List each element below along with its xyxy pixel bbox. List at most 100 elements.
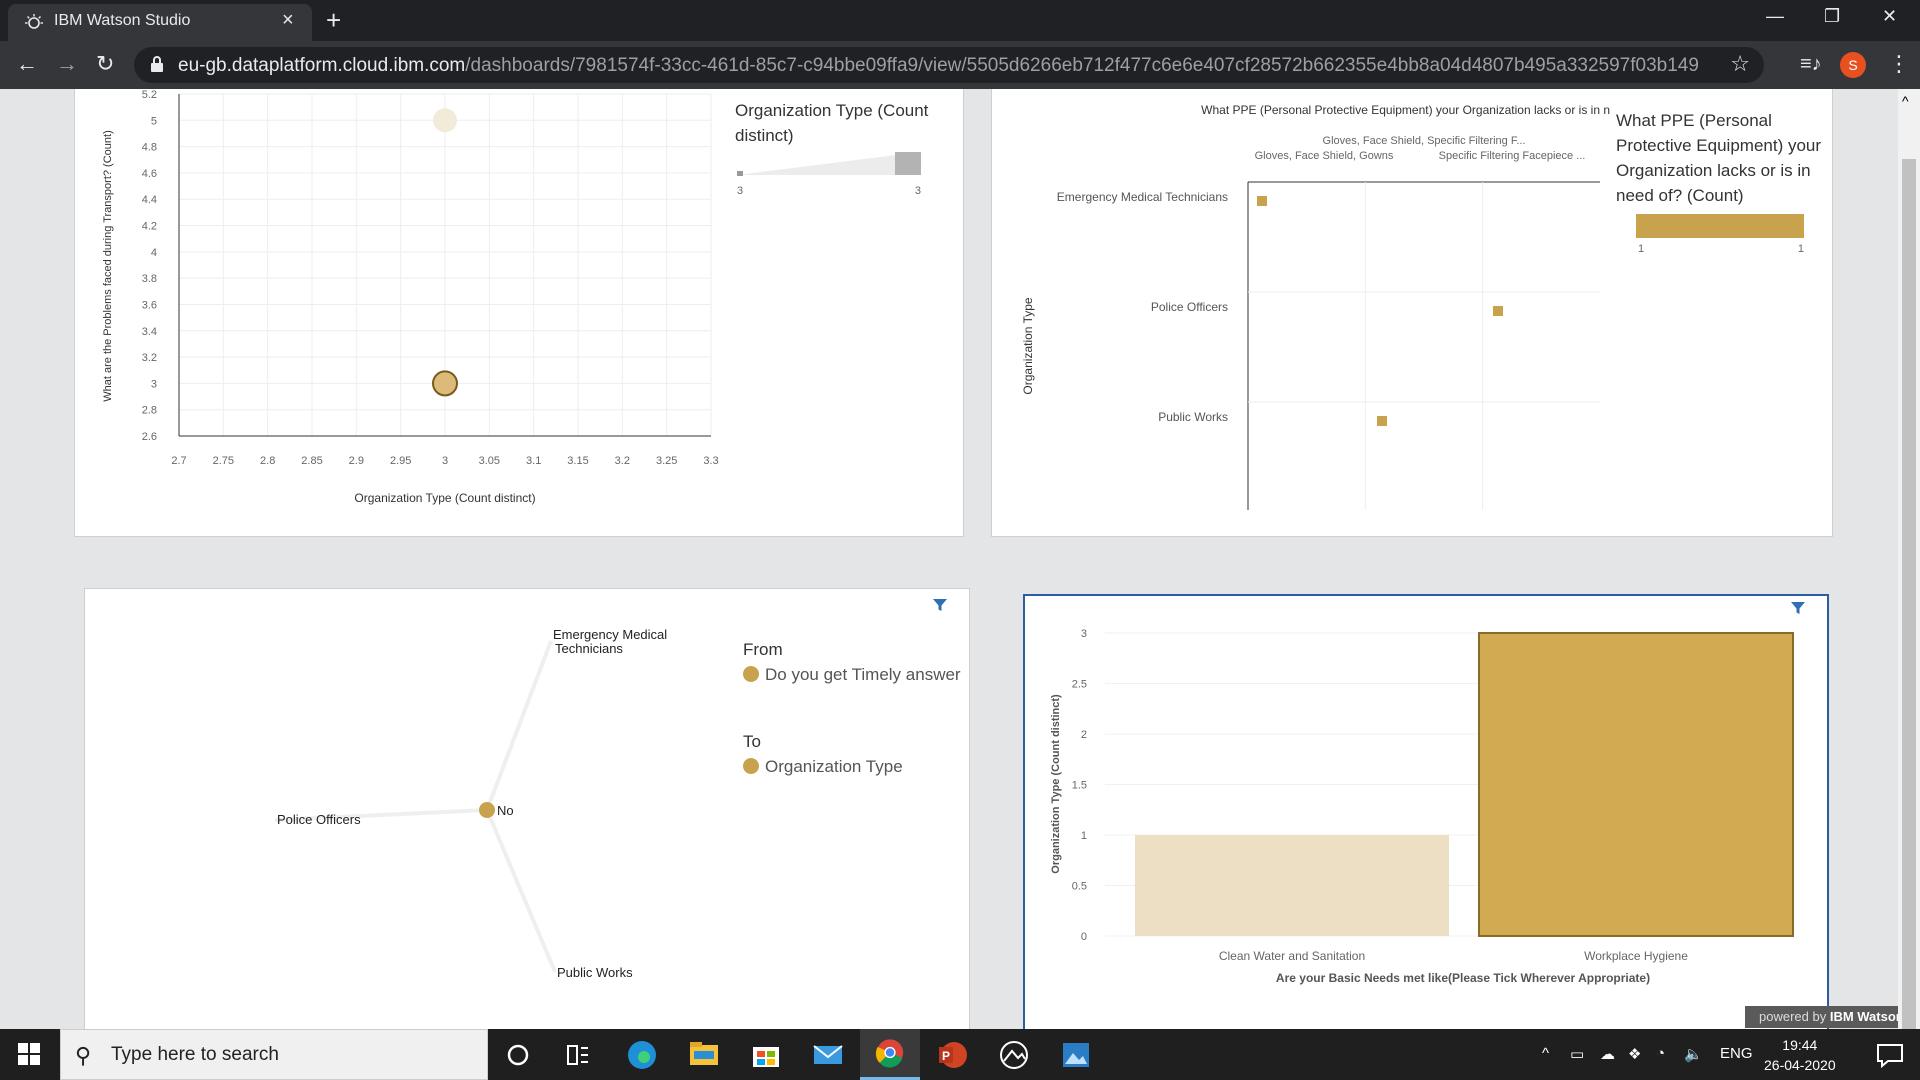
cortana-icon[interactable] [488, 1029, 548, 1080]
heatmap-row-label: Emergency Medical Technicians [1057, 190, 1228, 204]
bar-y-tick: 0.5 [1072, 881, 1087, 893]
photos-icon[interactable] [1046, 1029, 1106, 1080]
powered-by-prefix: powered by [1759, 1009, 1830, 1024]
wifi-icon[interactable]: ◔ [1656, 1045, 1665, 1062]
notifications-icon[interactable] [1860, 1029, 1920, 1080]
scatter-y-tick: 2.8 [142, 405, 157, 417]
media-queue-icon[interactable]: ≡♪ [1800, 53, 1822, 76]
browser-tab-bar: IBM Watson Studio × + — ❐ ✕ [0, 0, 1920, 41]
bookmark-star-icon[interactable]: ☆ [1730, 51, 1750, 77]
scatter-x-tick: 2.95 [390, 455, 411, 467]
scatter-x-tick: 3 [442, 455, 448, 467]
tab-close-icon[interactable]: × [282, 9, 294, 32]
heatmap-legend-min: 1 [1638, 243, 1644, 252]
address-bar[interactable]: eu-gb.dataplatform.cloud.ibm.com/dashboa… [134, 47, 1764, 83]
scatter-y-tick: 3.4 [142, 326, 157, 338]
heatmap-legend-max: 1 [1798, 243, 1804, 252]
scatter-y-tick: 3 [151, 378, 157, 390]
url-path: /dashboards/7981574f-33cc-461d-85c7-c94b… [465, 55, 1698, 76]
network-edge [485, 809, 557, 973]
heatmap-color-legend: 1 1 [1636, 214, 1804, 252]
network-legend-to-title: To [743, 732, 761, 751]
taskbar-search-box[interactable]: ⚲ Type here to search [60, 1029, 488, 1080]
file-explorer-icon[interactable] [674, 1029, 734, 1080]
lock-icon [151, 56, 163, 72]
scatter-y-tick: 2.6 [142, 431, 157, 443]
network-chart-panel[interactable]: No Emergency Medical Technicians Police Off… [84, 588, 970, 1029]
tray-overflow-icon[interactable]: ^ [1542, 1045, 1549, 1062]
heatmap-y-axis-label: Organization Type [1021, 297, 1035, 394]
network-node-no [479, 802, 495, 818]
heatmap-legend-title: What PPE (Personal Protective Equipment)… [1616, 111, 1822, 205]
volume-icon[interactable]: 🔈 [1684, 1045, 1703, 1063]
heatmap-title: What PPE (Personal Protective Equipment)… [1201, 103, 1610, 117]
language-indicator[interactable]: ENG [1720, 1045, 1753, 1062]
edge-icon[interactable] [612, 1029, 672, 1080]
powered-by-brand: IBM Watson [1829, 1009, 1904, 1024]
battery-icon[interactable]: ▭ [1570, 1045, 1584, 1063]
network-edge [485, 640, 553, 811]
profile-avatar[interactable]: S [1840, 52, 1866, 78]
scatter-x-tick: 3.05 [479, 455, 500, 467]
scatter-y-tick: 3.2 [142, 352, 157, 364]
microsoft-store-icon[interactable] [736, 1029, 796, 1080]
network-chart: No Emergency Medical Technicians Police Off… [274, 627, 667, 980]
scatter-x-tick: 3.2 [615, 455, 630, 467]
scroll-up-icon[interactable]: ^ [1902, 93, 1909, 109]
scatter-point [432, 370, 458, 397]
mail-icon[interactable] [798, 1029, 858, 1080]
windows-start-icon[interactable] [18, 1043, 40, 1065]
heatmap-cell [1377, 416, 1387, 426]
heatmap-chart: What PPE (Personal Protective Equipment)… [1021, 103, 1610, 510]
heatmap-cell [1257, 196, 1267, 206]
taskbar-clock[interactable]: 19:44 26-04-2020 [1764, 1035, 1836, 1075]
heatmap-column-label: Gloves, Face Shield, Gowns [1255, 150, 1394, 162]
scatter-y-tick: 4.4 [142, 194, 157, 206]
page-scrollbar[interactable]: ^ [1898, 89, 1920, 1029]
reload-button[interactable]: ↻ [96, 51, 114, 77]
dropbox-icon[interactable]: ❖ [1628, 1045, 1641, 1063]
scatter-y-tick: 4.2 [142, 221, 157, 233]
scatter-x-axis-label: Organization Type (Count distinct) [354, 491, 535, 505]
browser-tab[interactable]: IBM Watson Studio × [8, 4, 312, 41]
browser-menu-icon[interactable]: ⋮ [1888, 51, 1910, 77]
scatter-x-tick: 2.85 [301, 455, 322, 467]
network-legend-from-label: Do you get Timely answer [765, 665, 961, 684]
back-button[interactable]: ← [16, 51, 38, 77]
powerpoint-icon[interactable]: P [922, 1029, 982, 1080]
bar-chart-panel[interactable]: 0 0.5 1 1.5 2 2.5 3 Clean Water and Sanitation W… [1023, 594, 1829, 1029]
window-close-button[interactable]: ✕ [1882, 6, 1897, 27]
onedrive-icon[interactable]: ☁ [1600, 1045, 1615, 1063]
filter-icon[interactable] [1790, 600, 1806, 616]
window-restore-button[interactable]: ❐ [1824, 6, 1840, 27]
clock-date: 26-04-2020 [1764, 1057, 1836, 1073]
forward-button[interactable]: → [56, 51, 78, 77]
network-legend-to-label: Organization Type [765, 757, 903, 776]
network-node-label: Public Works [557, 965, 633, 980]
bar-y-tick: 1.5 [1072, 780, 1087, 792]
clock-time: 19:44 [1782, 1037, 1818, 1053]
chrome-icon[interactable] [860, 1029, 920, 1080]
scatter-x-tick: 3.25 [656, 455, 677, 467]
url-text: eu-gb.dataplatform.cloud.ibm.com/dashboa… [178, 55, 1698, 77]
bar-x-axis-label: Are your Basic Needs met like(Please Tic… [1276, 971, 1650, 985]
scatter-y-tick: 4 [151, 247, 157, 259]
browser-toolbar: ← → ↻ eu-gb.dataplatform.cloud.ibm.com/d… [0, 41, 1920, 89]
new-tab-button[interactable]: + [326, 5, 341, 36]
scatter-chart-panel[interactable]: 2.7 2.75 2.8 2.85 2.9 2.95 3 3.05 3.1 3.15 3.2 3.25… [74, 89, 964, 537]
heatmap-row-label: Police Officers [1151, 300, 1228, 314]
scatter-y-tick: 5.2 [142, 89, 157, 101]
photos-app-icon[interactable] [984, 1029, 1044, 1080]
window-minimize-button[interactable]: — [1766, 6, 1784, 27]
taskbar-search-placeholder: Type here to search [111, 1044, 279, 1065]
bar-y-tick: 3 [1081, 628, 1087, 640]
scatter-x-tick: 2.8 [260, 455, 275, 467]
scatter-x-tick: 2.9 [349, 455, 364, 467]
heatmap-column-label: Gloves, Face Shield, Specific Filtering … [1323, 135, 1526, 147]
scrollbar-thumb[interactable] [1902, 159, 1916, 1029]
filter-icon[interactable] [932, 597, 948, 613]
heatmap-column-label: Specific Filtering Facepiece ... [1439, 150, 1586, 162]
bar-y-tick: 0 [1081, 931, 1087, 943]
task-view-icon[interactable] [548, 1029, 608, 1080]
heatmap-chart-panel[interactable]: What PPE (Personal Protective Equipment)… [991, 89, 1833, 537]
